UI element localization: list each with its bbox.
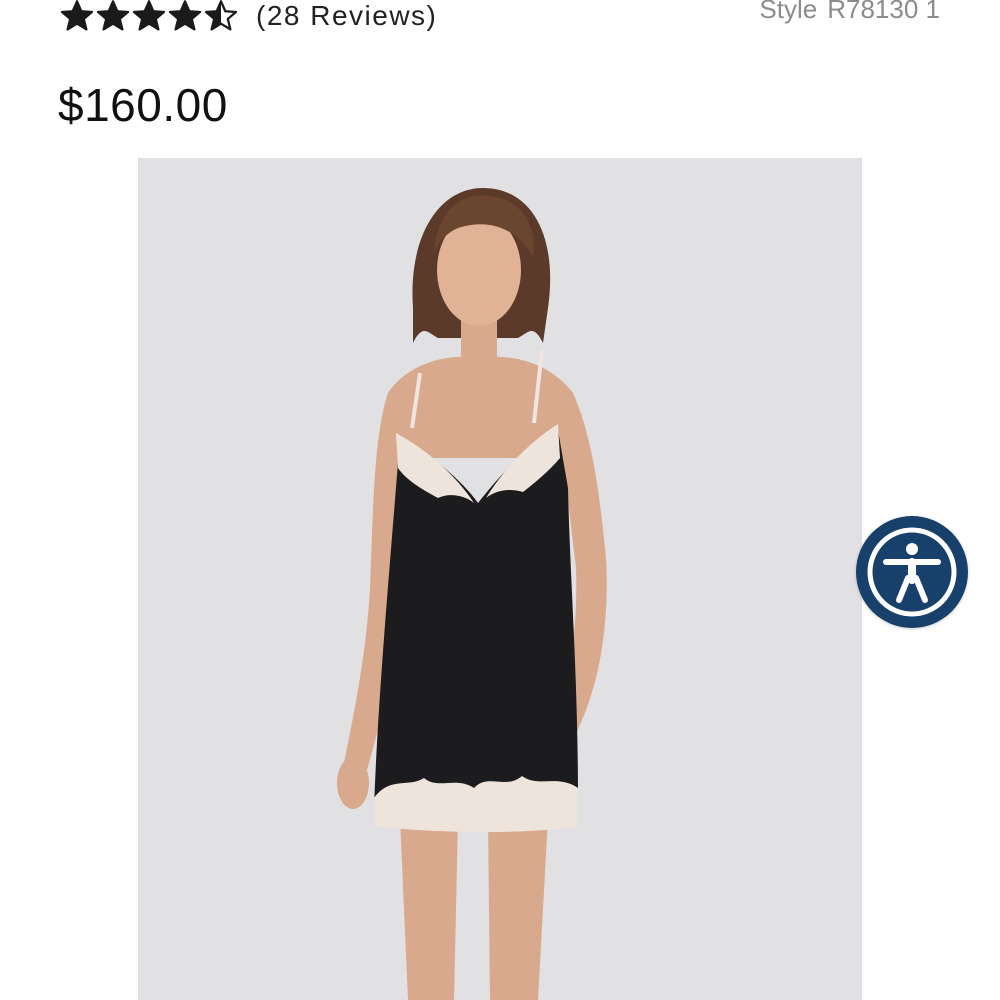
style-label: Style: [759, 0, 818, 24]
star-full-icon: [60, 0, 94, 33]
product-price: $160.00: [58, 79, 228, 131]
product-detail-page: (28 Reviews) Style R78130 1 $160.00: [0, 0, 1000, 1000]
rating-row: (28 Reviews): [60, 0, 437, 36]
star-half-icon: [204, 0, 238, 33]
style-code: R78130 1: [827, 0, 940, 24]
star-full-icon: [132, 0, 166, 33]
star-rating[interactable]: [60, 0, 238, 33]
accessibility-button[interactable]: [856, 516, 968, 628]
star-full-icon: [96, 0, 130, 33]
product-image[interactable]: [138, 158, 862, 1000]
reviews-link[interactable]: (28 Reviews): [256, 0, 437, 32]
style-number: Style R78130 1: [759, 0, 940, 25]
accessibility-person-icon: [867, 527, 957, 617]
star-full-icon: [168, 0, 202, 33]
product-photo-illustration: [337, 188, 607, 1000]
